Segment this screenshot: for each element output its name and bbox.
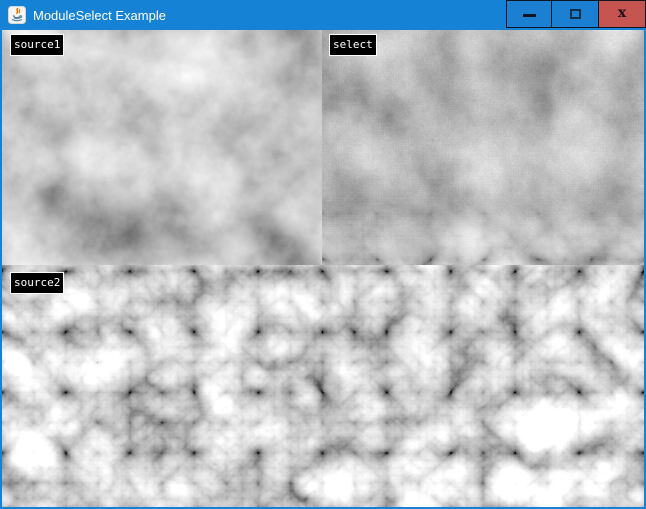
close-icon: x	[618, 6, 626, 20]
maximize-icon	[570, 9, 581, 19]
java-app-icon	[8, 6, 26, 24]
minimize-button[interactable]	[506, 0, 552, 28]
label-source2: source2	[10, 272, 64, 294]
titlebar[interactable]: ModuleSelect Example x	[0, 0, 646, 30]
render-canvas: source1 select source2	[2, 30, 644, 507]
maximize-button[interactable]	[552, 0, 598, 28]
window-title: ModuleSelect Example	[33, 8, 166, 23]
close-button[interactable]: x	[598, 0, 646, 28]
app-window: ModuleSelect Example x	[0, 0, 646, 509]
noise-render	[2, 30, 644, 507]
minimize-icon	[523, 14, 536, 17]
window-controls: x	[506, 0, 646, 28]
label-select: select	[329, 34, 377, 56]
label-source1: source1	[10, 34, 64, 56]
